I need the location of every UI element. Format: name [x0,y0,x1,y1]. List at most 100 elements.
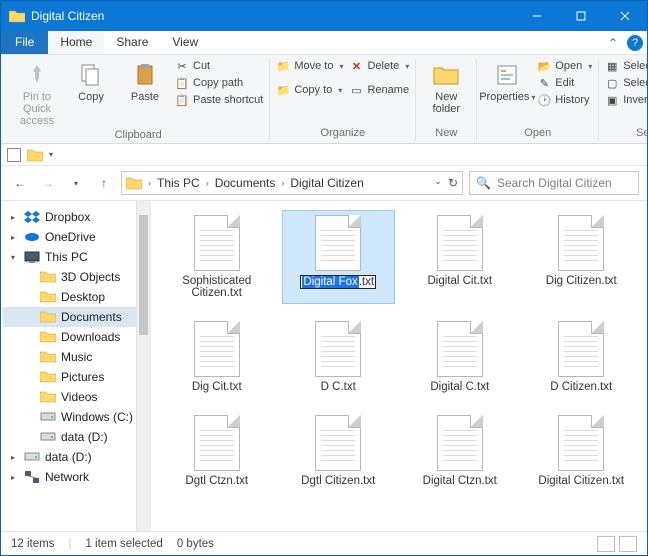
delete-button[interactable]: ✕Delete▾ [349,59,409,73]
file-label: Digital Ctzn.txt [423,475,497,487]
file-label: Digital C.txt [430,381,489,393]
minimize-button[interactable] [515,1,559,31]
tab-share[interactable]: Share [104,31,160,54]
forward-button[interactable]: → [37,172,59,194]
tree-twisty[interactable]: ▸ [11,213,19,222]
delete-icon: ✕ [349,59,363,73]
file-item[interactable]: Dgtl Ctzn.txt [161,411,273,491]
breadcrumb-segment[interactable]: Documents [215,176,276,190]
copy-button[interactable]: Copy [67,59,115,103]
breadcrumb-segment[interactable]: Digital Citizen [290,176,363,190]
invert-selection-button[interactable]: ▣Invert selection [605,93,648,107]
file-item[interactable]: Digital Ctzn.txt [404,411,516,491]
paste-shortcut-button[interactable]: 📋Paste shortcut [175,93,263,107]
file-item[interactable]: Digital C.txt [404,317,516,397]
tree-label: data (D:) [45,450,92,464]
tab-view[interactable]: View [160,31,210,54]
open-icon: 📂 [537,59,551,73]
copy-path-button[interactable]: 📋Copy path [175,76,263,90]
address-dropdown[interactable]: ⌄ [434,176,442,190]
copy-to-button[interactable]: 📁Copy to▾ [276,83,343,97]
tree-twisty[interactable]: ▸ [11,453,19,462]
tree-item[interactable]: Videos [3,387,148,407]
move-to-icon: 📁 [276,59,290,73]
address-bar[interactable]: › This PC› Documents› Digital Citizen ⌄ … [121,171,463,195]
file-item[interactable]: Dgtl Citizen.txt [283,411,395,491]
tree-item[interactable]: Windows (C:) [3,407,148,427]
folder-icon [126,176,142,190]
back-button[interactable]: ← [9,172,31,194]
search-box[interactable]: 🔍 Search Digital Citizen [469,171,639,195]
breadcrumb-segment[interactable]: This PC [157,176,200,190]
tree-item[interactable]: data (D:) [3,427,148,447]
quickaccess-row: ▾ [1,144,647,166]
tree-twisty[interactable]: ▸ [11,233,19,242]
file-item[interactable]: D Citizen.txt [526,317,638,397]
new-folder-button[interactable]: New folder [422,59,470,115]
scrollbar-thumb[interactable] [139,215,148,335]
document-icon [437,415,483,471]
tab-file[interactable]: File [1,31,48,54]
file-item[interactable]: Digital Citizen.txt [526,411,638,491]
tree-item[interactable]: Documents [3,307,148,327]
file-label: D Citizen.txt [550,381,612,393]
up-button[interactable]: ↑ [93,172,115,194]
move-to-button[interactable]: 📁Move to▾ [276,59,343,73]
file-pane[interactable]: Sophisticated Citizen.txt Digital Fox.txt… [151,201,647,531]
select-none-button[interactable]: ▢Select none [605,76,648,90]
document-icon [315,415,361,471]
properties-button[interactable]: Properties▾ [483,59,531,104]
tree-item[interactable]: Downloads [3,327,148,347]
tab-home[interactable]: Home [48,31,104,54]
folder-icon [27,148,43,162]
rename-input[interactable]: Digital Fox.txt [300,275,376,289]
cut-button[interactable]: ✂Cut [175,59,263,73]
tree-twisty[interactable]: ▸ [11,473,19,482]
invert-selection-icon: ▣ [605,93,619,107]
recent-dropdown[interactable]: ▾ [65,172,87,194]
drive-icon [40,410,56,424]
paste-button[interactable]: Paste [121,59,169,103]
refresh-button[interactable]: ↻ [448,176,458,190]
file-item[interactable]: D C.txt [283,317,395,397]
tree-item[interactable]: ▸OneDrive [3,227,148,247]
status-selected: 1 item selected [85,538,162,550]
paste-shortcut-icon: 📋 [175,93,189,107]
file-item[interactable]: Sophisticated Citizen.txt [161,211,273,303]
collapse-ribbon-button[interactable]: ⌃ [603,31,623,54]
close-button[interactable] [603,1,647,31]
view-icons-button[interactable] [619,536,637,552]
ribbon-group-clipboard: Pin to Quick access Copy Paste ✂Cut 📋Cop… [7,59,270,141]
view-details-button[interactable] [597,536,615,552]
help-button[interactable]: ? [623,31,647,54]
document-icon [194,321,240,377]
scrollbar[interactable] [136,201,150,531]
file-item[interactable]: Dig Cit.txt [161,317,273,397]
pin-button[interactable]: Pin to Quick access [13,59,61,127]
document-icon [558,415,604,471]
tree-item[interactable]: ▸Network [3,467,148,487]
tree-item[interactable]: Music [3,347,148,367]
tree-item[interactable]: Pictures [3,367,148,387]
tree-item[interactable]: 3D Objects [3,267,148,287]
history-button[interactable]: 🕑History [537,93,592,107]
file-item[interactable]: Digital Cit.txt [404,211,516,303]
tree-item[interactable]: ▸ data (D:) [3,447,148,467]
ribbon-group-open: Properties▾ 📂Open▾ ✎Edit 🕑History Open [477,59,599,141]
tree-item[interactable]: ▾This PC [3,247,148,267]
nav-tree: ▸Dropbox▸OneDrive▾This PC3D ObjectsDeskt… [1,201,151,531]
maximize-button[interactable] [559,1,603,31]
file-item[interactable]: Dig Citizen.txt [526,211,638,303]
select-all-button[interactable]: ▦Select all [605,59,648,73]
rename-button[interactable]: ▭Rename [349,83,409,97]
tree-item[interactable]: ▸Dropbox [3,207,148,227]
select-all-checkbox[interactable] [7,148,21,162]
open-button[interactable]: 📂Open▾ [537,59,592,73]
edit-button[interactable]: ✎Edit [537,76,592,90]
tree-item[interactable]: Desktop [3,287,148,307]
tree-twisty[interactable]: ▾ [11,253,19,262]
copy-to-icon: 📁 [276,83,290,97]
file-item[interactable]: Digital Fox.txt [283,211,395,303]
drive-icon [40,430,56,444]
document-icon [558,215,604,271]
